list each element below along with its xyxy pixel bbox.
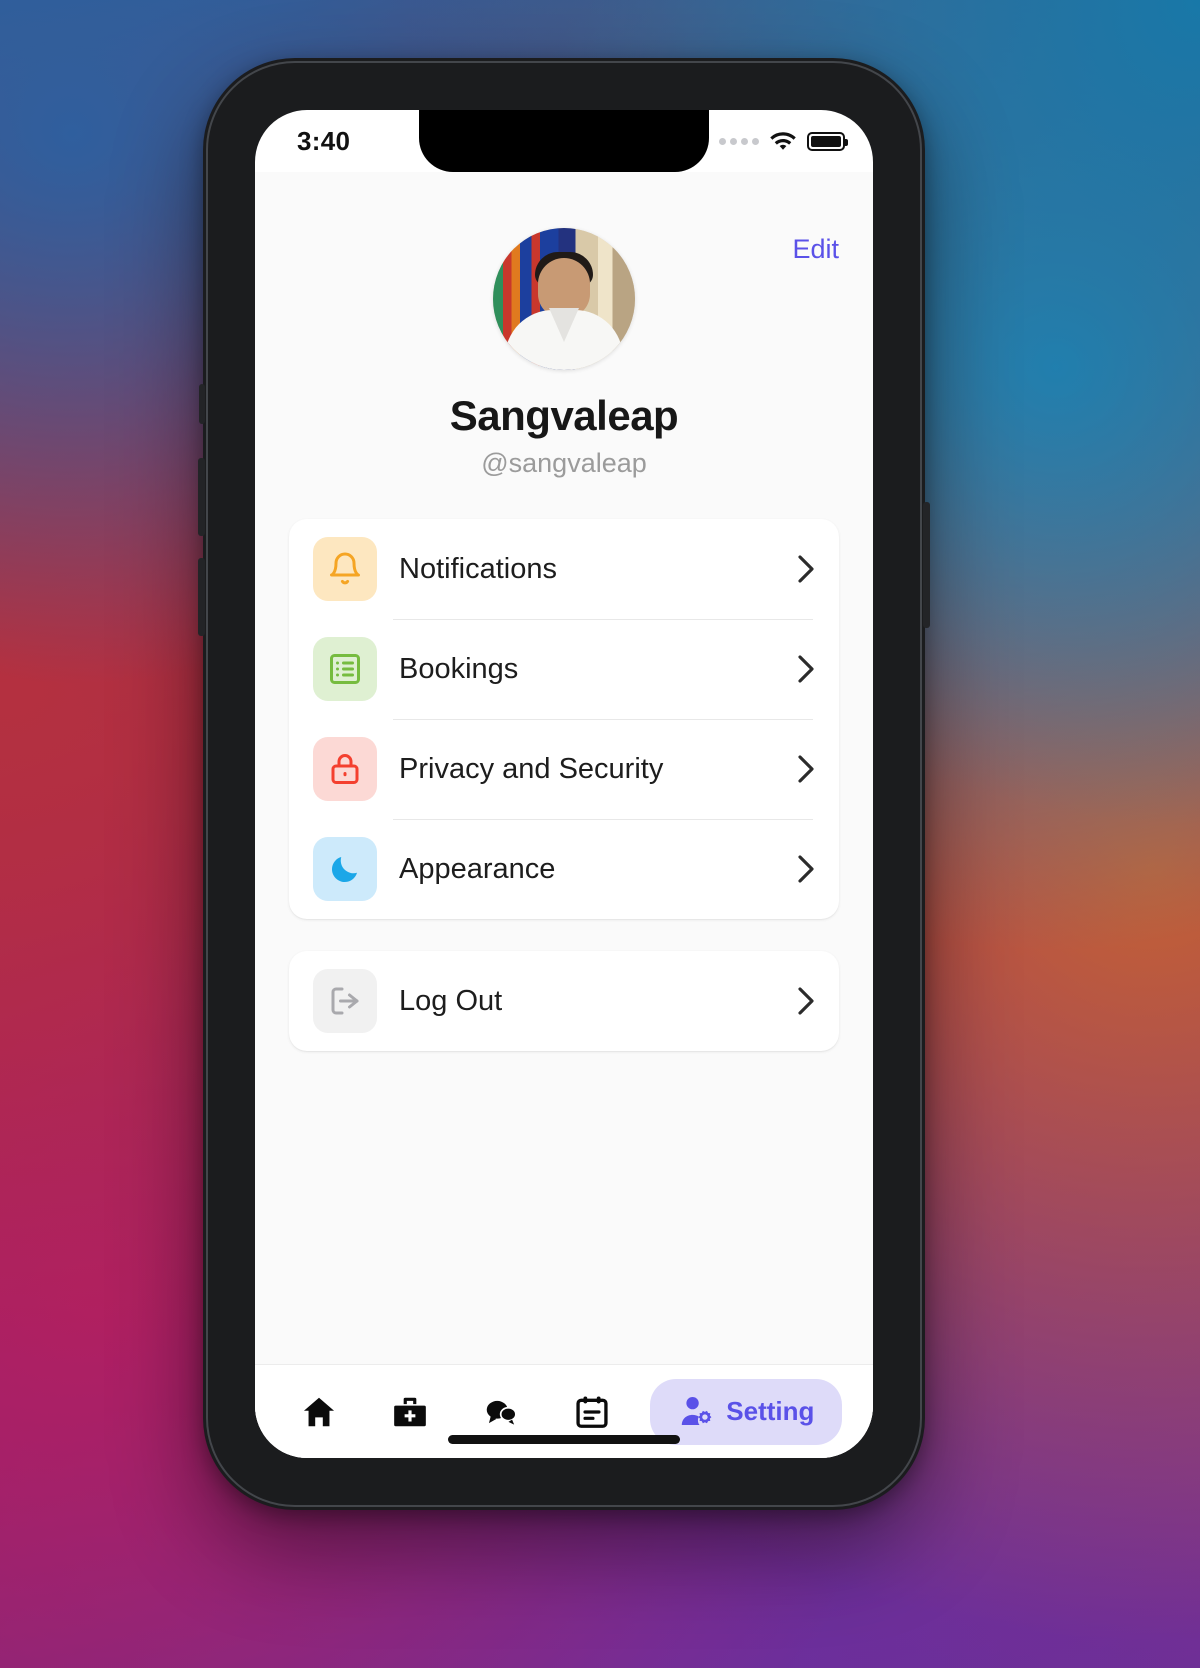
settings-page: Edit Sangvaleap @sangvaleap Notification… <box>255 172 873 1458</box>
logout-icon <box>331 987 359 1015</box>
avatar[interactable] <box>493 228 635 370</box>
profile-handle: @sangvaleap <box>481 448 647 478</box>
edit-profile-button[interactable]: Edit <box>792 234 839 265</box>
status-indicators <box>719 130 848 153</box>
tab-home[interactable] <box>286 1381 352 1443</box>
tab-chat[interactable] <box>468 1381 534 1443</box>
menu-item-notifications[interactable]: Notifications <box>289 519 839 619</box>
moon-icon-container <box>313 837 377 901</box>
battery-full-icon <box>807 131 848 151</box>
bell-icon <box>330 552 360 585</box>
status-clock: 3:40 <box>297 125 351 156</box>
signal-dots-icon <box>719 137 759 145</box>
lock-icon-container <box>313 737 377 801</box>
chevron-right-icon <box>798 755 814 783</box>
menu-item-label: Appearance <box>399 852 556 885</box>
profile-display-name: Sangvaleap <box>449 392 679 439</box>
tab-calendar[interactable] <box>559 1381 625 1443</box>
settings-menu-card: Notifications Bookings Privacy and Secur… <box>289 519 839 919</box>
logout-icon-container <box>313 969 377 1033</box>
menu-item-bookings[interactable]: Bookings <box>289 619 839 719</box>
calendar-note-icon <box>576 1395 608 1428</box>
menu-item-privacy-and-security[interactable]: Privacy and Security <box>289 719 839 819</box>
list-box-icon-container <box>313 637 377 701</box>
chevron-right-icon <box>798 655 814 683</box>
scroll-area[interactable]: Edit Sangvaleap @sangvaleap Notification… <box>255 172 873 1364</box>
silent-switch[interactable] <box>199 384 205 424</box>
chat-bubbles-icon <box>486 1400 517 1425</box>
logout-card: Log Out <box>289 951 839 1051</box>
wifi-icon <box>770 131 796 150</box>
medical-bag-icon <box>393 1397 426 1426</box>
menu-item-label: Bookings <box>399 652 519 685</box>
tab-medical[interactable] <box>377 1381 443 1443</box>
list-box-icon <box>330 654 360 684</box>
notch <box>419 110 709 172</box>
power-button[interactable] <box>923 502 930 628</box>
home-icon <box>303 1397 334 1426</box>
user-settings-icon <box>682 1396 712 1425</box>
tab-setting[interactable]: Setting <box>650 1378 843 1445</box>
moon-icon <box>331 857 357 883</box>
chevron-right-icon <box>798 855 814 883</box>
volume-up-button[interactable] <box>198 458 205 536</box>
tab-setting-label: Setting <box>726 1396 815 1426</box>
lock-icon <box>331 754 359 784</box>
volume-down-button[interactable] <box>198 558 205 636</box>
phone-screen: 3:40 Edit Sangvaleap @sangvaleap Notific… <box>255 110 873 1458</box>
bell-icon-container <box>313 537 377 601</box>
chevron-right-icon <box>798 987 814 1015</box>
menu-item-appearance[interactable]: Appearance <box>289 819 839 919</box>
menu-item-label: Privacy and Security <box>399 752 664 785</box>
menu-item-label: Notifications <box>399 552 557 585</box>
menu-item-label: Log Out <box>399 984 503 1017</box>
menu-item-log-out[interactable]: Log Out <box>289 951 839 1051</box>
profile-header: Sangvaleap @sangvaleap <box>255 172 873 479</box>
chevron-right-icon <box>798 555 814 583</box>
phone-frame: 3:40 Edit Sangvaleap @sangvaleap Notific… <box>198 58 930 1510</box>
home-indicator[interactable] <box>448 1435 680 1444</box>
